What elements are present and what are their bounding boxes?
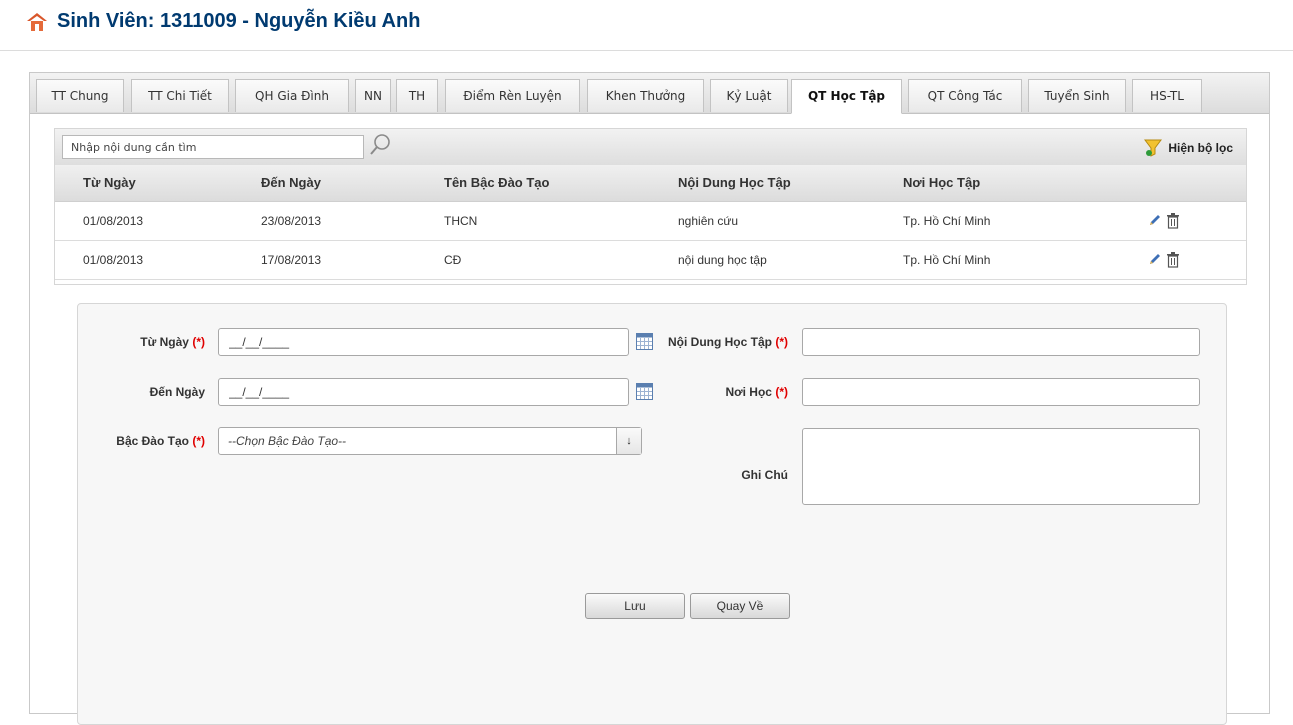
bac-dao-tao-label: Bậc Đào Tạo (*) [78, 434, 205, 448]
show-filter-label: Hiện bộ lọc [1168, 141, 1233, 155]
required-mark: (*) [192, 434, 205, 448]
column-header-ten-bac-dao-tao[interactable]: Tên Bậc Đào Tạo [444, 165, 549, 201]
cell-ten-bac-dao-tao: THCN [444, 214, 478, 228]
edit-icon[interactable] [1148, 213, 1162, 227]
ghi-chu-label-text: Ghi Chú [741, 468, 788, 482]
den-ngay-label: Đến Ngày [78, 385, 205, 399]
required-mark: (*) [192, 335, 205, 349]
delete-icon[interactable] [1166, 252, 1180, 268]
tab-diem-ren-luyen[interactable]: Điểm Rèn Luyện [445, 79, 580, 112]
tab-panel: TT Chung TT Chi Tiết QH Gia Đình NN TH Đ… [29, 72, 1270, 725]
tab-qh-gia-dinh[interactable]: QH Gia Đình [235, 79, 349, 112]
tab-qt-cong-tac[interactable]: QT Công Tác [908, 79, 1022, 112]
tab-tuyen-sinh[interactable]: Tuyển Sinh [1028, 79, 1126, 112]
data-grid: Hiện bộ lọc Từ Ngày Đến Ngày Tên Bậc Đào… [54, 128, 1247, 285]
noi-dung-hoc-tap-label: Nội Dung Học Tập (*) [653, 335, 788, 349]
cell-ten-bac-dao-tao: CĐ [444, 253, 462, 267]
noi-hoc-input[interactable] [802, 378, 1200, 406]
tab-nn[interactable]: NN [355, 79, 391, 112]
required-mark: (*) [775, 385, 788, 399]
magnifier-icon[interactable] [369, 133, 391, 157]
column-header-noi-dung-hoc-tap[interactable]: Nội Dung Học Tập [678, 165, 791, 201]
cell-noi-hoc-tap: Tp. Hồ Chí Minh [903, 214, 991, 228]
edit-icon[interactable] [1148, 252, 1162, 266]
column-header-tu-ngay[interactable]: Từ Ngày [83, 165, 136, 201]
den-ngay-label-text: Đến Ngày [149, 385, 205, 399]
tab-khen-thuong[interactable]: Khen Thưởng [587, 79, 704, 112]
column-header-den-ngay[interactable]: Đến Ngày [261, 165, 321, 201]
show-filter-button[interactable]: Hiện bộ lọc [1144, 138, 1233, 158]
funnel-icon [1144, 139, 1163, 157]
cell-noi-dung-hoc-tap: nội dung học tập [678, 253, 767, 267]
noi-hoc-label-text: Nơi Học [725, 385, 772, 399]
ghi-chu-label: Ghi Chú [653, 468, 788, 482]
home-icon [27, 13, 47, 31]
page-title: Sinh Viên: 1311009 - Nguyễn Kiều Anh [57, 10, 421, 32]
tab-ky-luat[interactable]: Kỷ Luật [710, 79, 788, 112]
page-header: Sinh Viên: 1311009 - Nguyễn Kiều Anh [0, 0, 1293, 51]
calendar-icon[interactable] [636, 383, 653, 400]
save-button[interactable]: Lưu [585, 593, 685, 619]
tu-ngay-label: Từ Ngày (*) [78, 335, 205, 349]
chevron-down-icon[interactable]: ↓ [616, 428, 641, 454]
tab-strip: TT Chung TT Chi Tiết QH Gia Đình NN TH Đ… [30, 73, 1269, 114]
calendar-icon[interactable] [636, 333, 653, 350]
cell-tu-ngay: 01/08/2013 [83, 214, 144, 228]
delete-icon[interactable] [1166, 213, 1180, 229]
bac-dao-tao-label-text: Bậc Đào Tạo [116, 434, 189, 448]
row-actions [1148, 252, 1188, 268]
noi-dung-hoc-tap-input[interactable] [802, 328, 1200, 356]
tab-hs-tl[interactable]: HS-TL [1132, 79, 1202, 112]
edit-form: Từ Ngày (*) Nội Dung Học Tập (*) Đến Ngà… [77, 303, 1227, 725]
tab-tt-chi-tiet[interactable]: TT Chi Tiết [131, 79, 229, 112]
cell-tu-ngay: 01/08/2013 [83, 253, 144, 267]
tu-ngay-label-text: Từ Ngày [140, 335, 189, 349]
tab-qt-hoc-tap[interactable]: QT Học Tập [791, 79, 902, 114]
tab-tt-chung[interactable]: TT Chung [36, 79, 124, 112]
table-header-row: Từ Ngày Đến Ngày Tên Bậc Đào Tạo Nội Dun… [55, 165, 1246, 202]
noi-hoc-label: Nơi Học (*) [653, 385, 788, 399]
ghi-chu-textarea[interactable] [802, 428, 1200, 505]
den-ngay-input[interactable] [218, 378, 629, 406]
required-mark: (*) [775, 335, 788, 349]
table-row[interactable]: 01/08/2013 23/08/2013 THCN nghiên cứu Tp… [55, 202, 1246, 241]
tab-th[interactable]: TH [396, 79, 438, 112]
bac-dao-tao-selected: --Chọn Bậc Đào Tạo-- [228, 434, 347, 448]
search-input[interactable] [62, 135, 364, 159]
bac-dao-tao-select[interactable]: --Chọn Bậc Đào Tạo-- ↓ [218, 427, 642, 455]
back-button[interactable]: Quay Về [690, 593, 790, 619]
table-row[interactable]: 01/08/2013 17/08/2013 CĐ nội dung học tậ… [55, 241, 1246, 280]
cell-den-ngay: 17/08/2013 [261, 253, 322, 267]
grid-toolbar: Hiện bộ lọc [55, 129, 1246, 166]
cell-noi-dung-hoc-tap: nghiên cứu [678, 214, 739, 228]
row-actions [1148, 213, 1188, 229]
cell-den-ngay: 23/08/2013 [261, 214, 322, 228]
column-header-noi-hoc-tap[interactable]: Nơi Học Tập [903, 165, 980, 201]
cell-noi-hoc-tap: Tp. Hồ Chí Minh [903, 253, 991, 267]
noi-dung-hoc-tap-label-text: Nội Dung Học Tập [667, 335, 772, 349]
tu-ngay-input[interactable] [218, 328, 629, 356]
